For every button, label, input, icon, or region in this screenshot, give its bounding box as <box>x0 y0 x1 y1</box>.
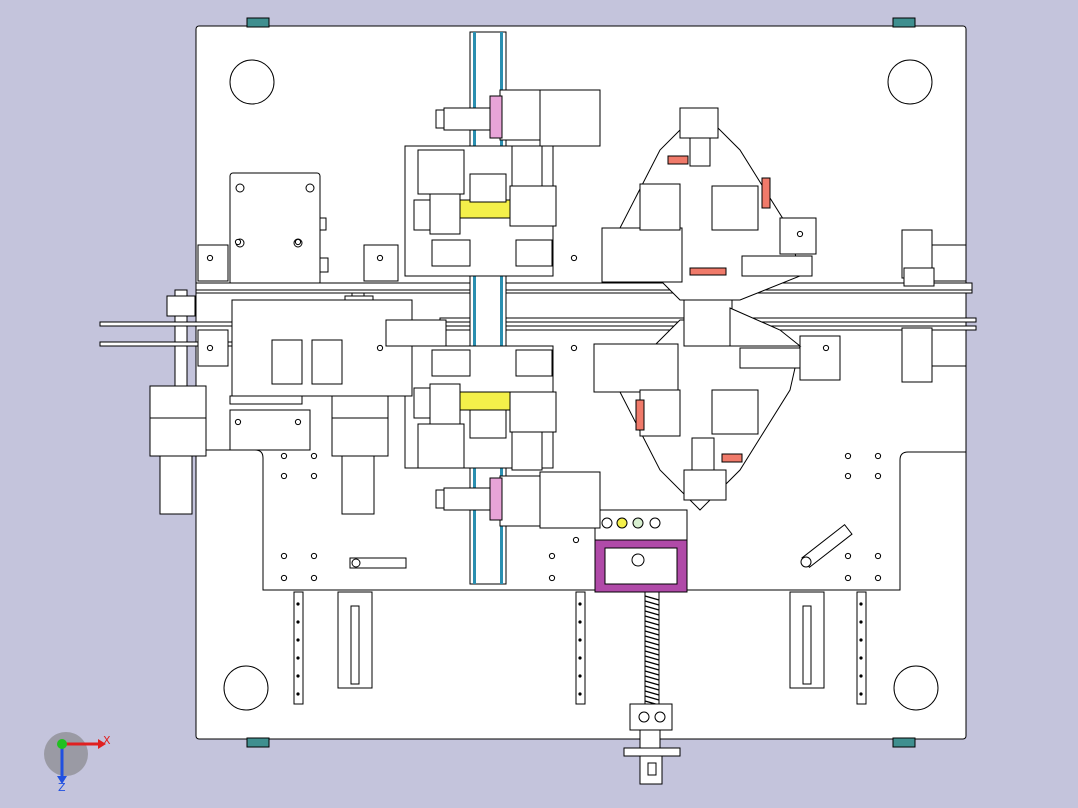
bolt-hole <box>310 574 318 582</box>
bolt-hole <box>570 344 578 352</box>
rail-dot <box>578 656 582 660</box>
yellow-die-insert <box>459 391 517 411</box>
rail-dot <box>859 656 863 660</box>
x-axis-label: X <box>103 734 111 747</box>
rail-dot <box>296 620 300 624</box>
rail-dot <box>859 638 863 642</box>
bolt-hole <box>280 574 288 582</box>
sensor-rod <box>721 453 743 463</box>
inspection-box[interactable] <box>594 509 688 593</box>
bolt-hole <box>234 238 242 246</box>
bolt-hole <box>874 574 882 582</box>
bolt-hole <box>310 452 318 460</box>
bolt-hole <box>206 254 214 262</box>
pink-roller <box>489 95 503 139</box>
triad-shadow <box>44 732 88 776</box>
bolt-hole <box>280 452 288 460</box>
bolt-hole <box>844 574 852 582</box>
yellow-die-insert <box>459 199 517 219</box>
rail-dot <box>296 692 300 696</box>
rail-dot <box>578 602 582 606</box>
bolt-hole <box>844 552 852 560</box>
rail-dot <box>859 674 863 678</box>
pink-roller <box>489 477 503 521</box>
bolt-hole <box>280 552 288 560</box>
bolt-hole <box>796 230 804 238</box>
bolt-hole <box>874 472 882 480</box>
rail-dot <box>859 692 863 696</box>
sensor-rod <box>689 267 727 276</box>
guide-post-hole <box>223 665 269 711</box>
adjuster-flange <box>623 747 681 757</box>
bolt-hole <box>844 472 852 480</box>
bolt-hole <box>376 344 384 352</box>
mounting-tab <box>246 737 270 748</box>
bolt-hole <box>572 536 580 544</box>
bolt-hole <box>234 418 242 426</box>
bolt-hole <box>874 552 882 560</box>
bolt-hole <box>310 472 318 480</box>
mounting-tab <box>892 737 916 748</box>
rail-dot <box>296 674 300 678</box>
bolt-hole <box>280 472 288 480</box>
guide-post-hole <box>887 59 933 105</box>
rail-dot <box>296 656 300 660</box>
y-axis-origin <box>57 739 67 749</box>
cad-viewport[interactable]: X Z <box>0 0 1078 808</box>
guide-post-hole <box>229 59 275 105</box>
rail-dot <box>578 638 582 642</box>
bolt-hole <box>294 418 302 426</box>
z-axis-label: Z <box>58 781 66 794</box>
mounting-tab <box>892 17 916 28</box>
rail-dot <box>578 674 582 678</box>
bolt-hole <box>376 254 384 262</box>
rail-dot <box>859 620 863 624</box>
mounting-tab <box>246 17 270 28</box>
sensor-rod <box>761 177 771 209</box>
bolt-hole <box>822 344 830 352</box>
guide-post-hole <box>893 665 939 711</box>
rail-dot <box>859 602 863 606</box>
bolt-hole <box>206 344 214 352</box>
left-slot-handle[interactable] <box>349 557 407 569</box>
rail-dot <box>578 620 582 624</box>
bolt-hole <box>310 552 318 560</box>
rail-dot <box>296 602 300 606</box>
rail-dot <box>296 638 300 642</box>
bolt-hole <box>548 552 556 560</box>
sensor-rod <box>667 155 689 165</box>
bolt-hole <box>548 574 556 582</box>
bolt-hole <box>570 254 578 262</box>
bolt-hole <box>844 452 852 460</box>
sensor-rod <box>635 399 645 431</box>
bolt-hole <box>294 238 302 246</box>
bolt-hole <box>874 452 882 460</box>
stepper-motor-housing[interactable] <box>229 172 329 286</box>
rail-dot <box>578 692 582 696</box>
